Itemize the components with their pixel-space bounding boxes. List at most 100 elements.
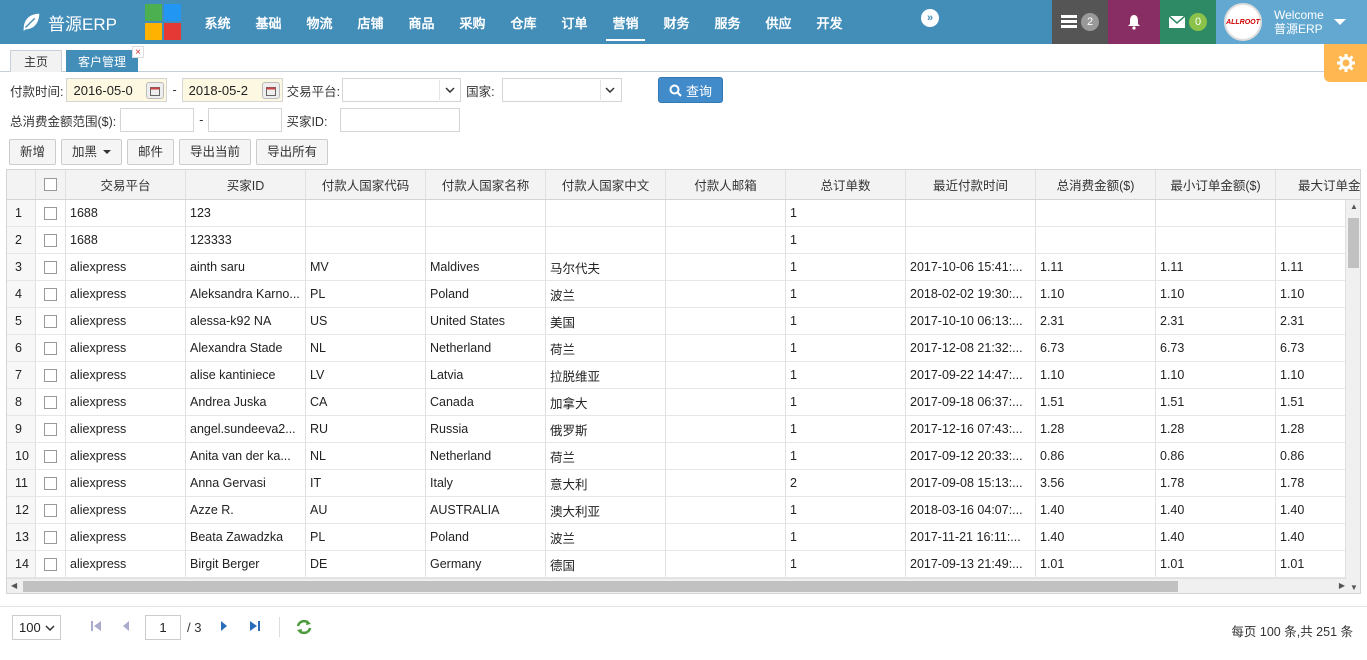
nav-item[interactable]: 供应 bbox=[753, 0, 804, 44]
row-select-cell[interactable] bbox=[36, 389, 66, 415]
scroll-down-icon[interactable]: ▼ bbox=[1350, 583, 1358, 592]
row-select-cell[interactable] bbox=[36, 497, 66, 523]
row-select-cell[interactable] bbox=[36, 551, 66, 577]
table-row[interactable]: 5 aliexpress alessa-k92 NA US United States 美… bbox=[7, 308, 1360, 335]
row-select-cell[interactable] bbox=[36, 308, 66, 334]
row-checkbox[interactable] bbox=[44, 314, 57, 328]
select-all-checkbox[interactable] bbox=[44, 178, 57, 191]
table-row[interactable]: 2 1688 123333 1 bbox=[7, 227, 1360, 254]
messages-button[interactable]: 0 bbox=[1160, 0, 1216, 44]
nav-item[interactable]: 物流 bbox=[294, 0, 345, 44]
nav-more-icon[interactable]: » bbox=[921, 9, 939, 27]
tasks-button[interactable]: 2 bbox=[1052, 0, 1108, 44]
add-button[interactable]: 新增 bbox=[9, 139, 57, 165]
scroll-thumb[interactable] bbox=[1348, 218, 1359, 268]
column-header[interactable]: 交易平台 bbox=[66, 170, 186, 199]
row-checkbox[interactable] bbox=[44, 503, 57, 517]
scroll-up-icon[interactable]: ▲ bbox=[1350, 202, 1358, 211]
row-checkbox[interactable] bbox=[44, 287, 57, 301]
nav-item[interactable]: 采购 bbox=[447, 0, 498, 44]
mail-button[interactable]: 邮件 bbox=[127, 139, 175, 165]
row-checkbox[interactable] bbox=[44, 368, 57, 382]
row-select-cell[interactable] bbox=[36, 281, 66, 307]
amount-min-input[interactable] bbox=[120, 108, 195, 132]
vertical-scrollbar[interactable]: ▲ ▼ bbox=[1345, 200, 1360, 593]
column-header[interactable]: 付款人国家名称 bbox=[426, 170, 546, 199]
first-page-icon[interactable] bbox=[90, 620, 102, 632]
nav-item[interactable]: 仓库 bbox=[498, 0, 549, 44]
column-header[interactable]: 最小订单金额($) bbox=[1156, 170, 1276, 199]
column-header[interactable]: 付款人国家中文 bbox=[546, 170, 666, 199]
row-checkbox[interactable] bbox=[44, 341, 57, 355]
row-select-cell[interactable] bbox=[36, 200, 66, 226]
notifications-button[interactable] bbox=[1108, 0, 1160, 44]
close-icon[interactable]: × bbox=[132, 46, 144, 58]
blacklist-button[interactable]: 加黑 bbox=[61, 139, 123, 165]
page-size-select[interactable]: 100 bbox=[12, 615, 61, 640]
platform-select[interactable] bbox=[342, 78, 462, 102]
scroll-left-icon[interactable]: ◀ bbox=[11, 581, 17, 590]
column-header[interactable]: 付款人国家代码 bbox=[306, 170, 426, 199]
query-button[interactable]: 查询 bbox=[658, 77, 723, 103]
row-checkbox[interactable] bbox=[44, 557, 57, 571]
table-row[interactable]: 12 aliexpress Azze R. AU AUSTRALIA 澳大利亚 1 2018-… bbox=[7, 497, 1360, 524]
scroll-right-icon[interactable]: ▶ bbox=[1339, 581, 1345, 590]
table-row[interactable]: 7 aliexpress alise kantiniece LV Latvia 拉脱维亚 1… bbox=[7, 362, 1360, 389]
nav-item[interactable]: 店铺 bbox=[345, 0, 396, 44]
row-checkbox[interactable] bbox=[44, 260, 57, 274]
nav-item[interactable]: 财务 bbox=[651, 0, 702, 44]
user-menu[interactable]: ALLROOT Welcome 普源ERP bbox=[1216, 0, 1367, 44]
row-checkbox[interactable] bbox=[44, 206, 57, 220]
row-checkbox[interactable] bbox=[44, 476, 57, 490]
row-select-cell[interactable] bbox=[36, 254, 66, 280]
table-row[interactable]: 13 aliexpress Beata Zawadzka PL Poland 波兰 1 201… bbox=[7, 524, 1360, 551]
prev-page-icon[interactable] bbox=[120, 620, 132, 632]
table-row[interactable]: 8 aliexpress Andrea Juska CA Canada 加拿大 1 2017-… bbox=[7, 389, 1360, 416]
calendar-icon[interactable] bbox=[146, 82, 165, 99]
row-checkbox[interactable] bbox=[44, 395, 57, 409]
column-header[interactable]: 付款人邮箱 bbox=[666, 170, 786, 199]
date-to-input[interactable]: 2018-05-2 bbox=[181, 78, 283, 102]
settings-button[interactable] bbox=[1324, 44, 1367, 82]
table-row[interactable]: 3 aliexpress ainth saru MV Maldives 马尔代夫 1 2017… bbox=[7, 254, 1360, 281]
row-checkbox[interactable] bbox=[44, 422, 57, 436]
row-checkbox[interactable] bbox=[44, 530, 57, 544]
horizontal-scrollbar[interactable]: ◀ ▶ bbox=[7, 578, 1347, 593]
export-all-button[interactable]: 导出所有 bbox=[256, 139, 329, 165]
nav-item[interactable]: 商品 bbox=[396, 0, 447, 44]
country-select[interactable] bbox=[501, 78, 622, 102]
table-row[interactable]: 1 1688 123 1 bbox=[7, 200, 1360, 227]
row-select-cell[interactable] bbox=[36, 362, 66, 388]
amount-max-input[interactable] bbox=[208, 108, 283, 132]
nav-item[interactable]: 服务 bbox=[702, 0, 753, 44]
row-select-cell[interactable] bbox=[36, 335, 66, 361]
column-header[interactable]: 总订单数 bbox=[786, 170, 906, 199]
last-page-icon[interactable] bbox=[249, 620, 261, 632]
row-select-cell[interactable] bbox=[36, 227, 66, 253]
calendar-icon[interactable] bbox=[261, 82, 280, 99]
column-header[interactable]: 最大订单金额 bbox=[1276, 170, 1360, 199]
table-row[interactable]: 4 aliexpress Aleksandra Karno... PL Poland 波兰… bbox=[7, 281, 1360, 308]
row-checkbox[interactable] bbox=[44, 449, 57, 463]
row-checkbox[interactable] bbox=[44, 233, 57, 247]
table-row[interactable]: 9 aliexpress angel.sundeeva2... RU Russia 俄罗斯… bbox=[7, 416, 1360, 443]
row-select-cell[interactable] bbox=[36, 416, 66, 442]
nav-item[interactable]: 基础 bbox=[243, 0, 294, 44]
tab-customer-management[interactable]: 客户管理 × bbox=[66, 46, 144, 72]
export-current-button[interactable]: 导出当前 bbox=[179, 139, 252, 165]
row-select-cell[interactable] bbox=[36, 524, 66, 550]
row-select-cell[interactable] bbox=[36, 443, 66, 469]
nav-item[interactable]: 营销 bbox=[600, 0, 651, 44]
header-select-all[interactable] bbox=[36, 170, 66, 199]
column-header[interactable]: 买家ID bbox=[186, 170, 306, 199]
table-row[interactable]: 6 aliexpress Alexandra Stade NL Netherland 荷兰… bbox=[7, 335, 1360, 362]
table-row[interactable]: 14 aliexpress Birgit Berger DE Germany 德国 1 201… bbox=[7, 551, 1360, 578]
app-logo[interactable]: 普源ERP bbox=[20, 8, 117, 36]
page-number-input[interactable]: 1 bbox=[145, 615, 181, 640]
refresh-icon[interactable] bbox=[295, 619, 313, 635]
row-select-cell[interactable] bbox=[36, 470, 66, 496]
column-header[interactable]: 总消费金额($) bbox=[1036, 170, 1156, 199]
nav-item[interactable]: 订单 bbox=[549, 0, 600, 44]
nav-item[interactable]: 开发 bbox=[804, 0, 855, 44]
buyer-id-input[interactable] bbox=[340, 108, 461, 132]
